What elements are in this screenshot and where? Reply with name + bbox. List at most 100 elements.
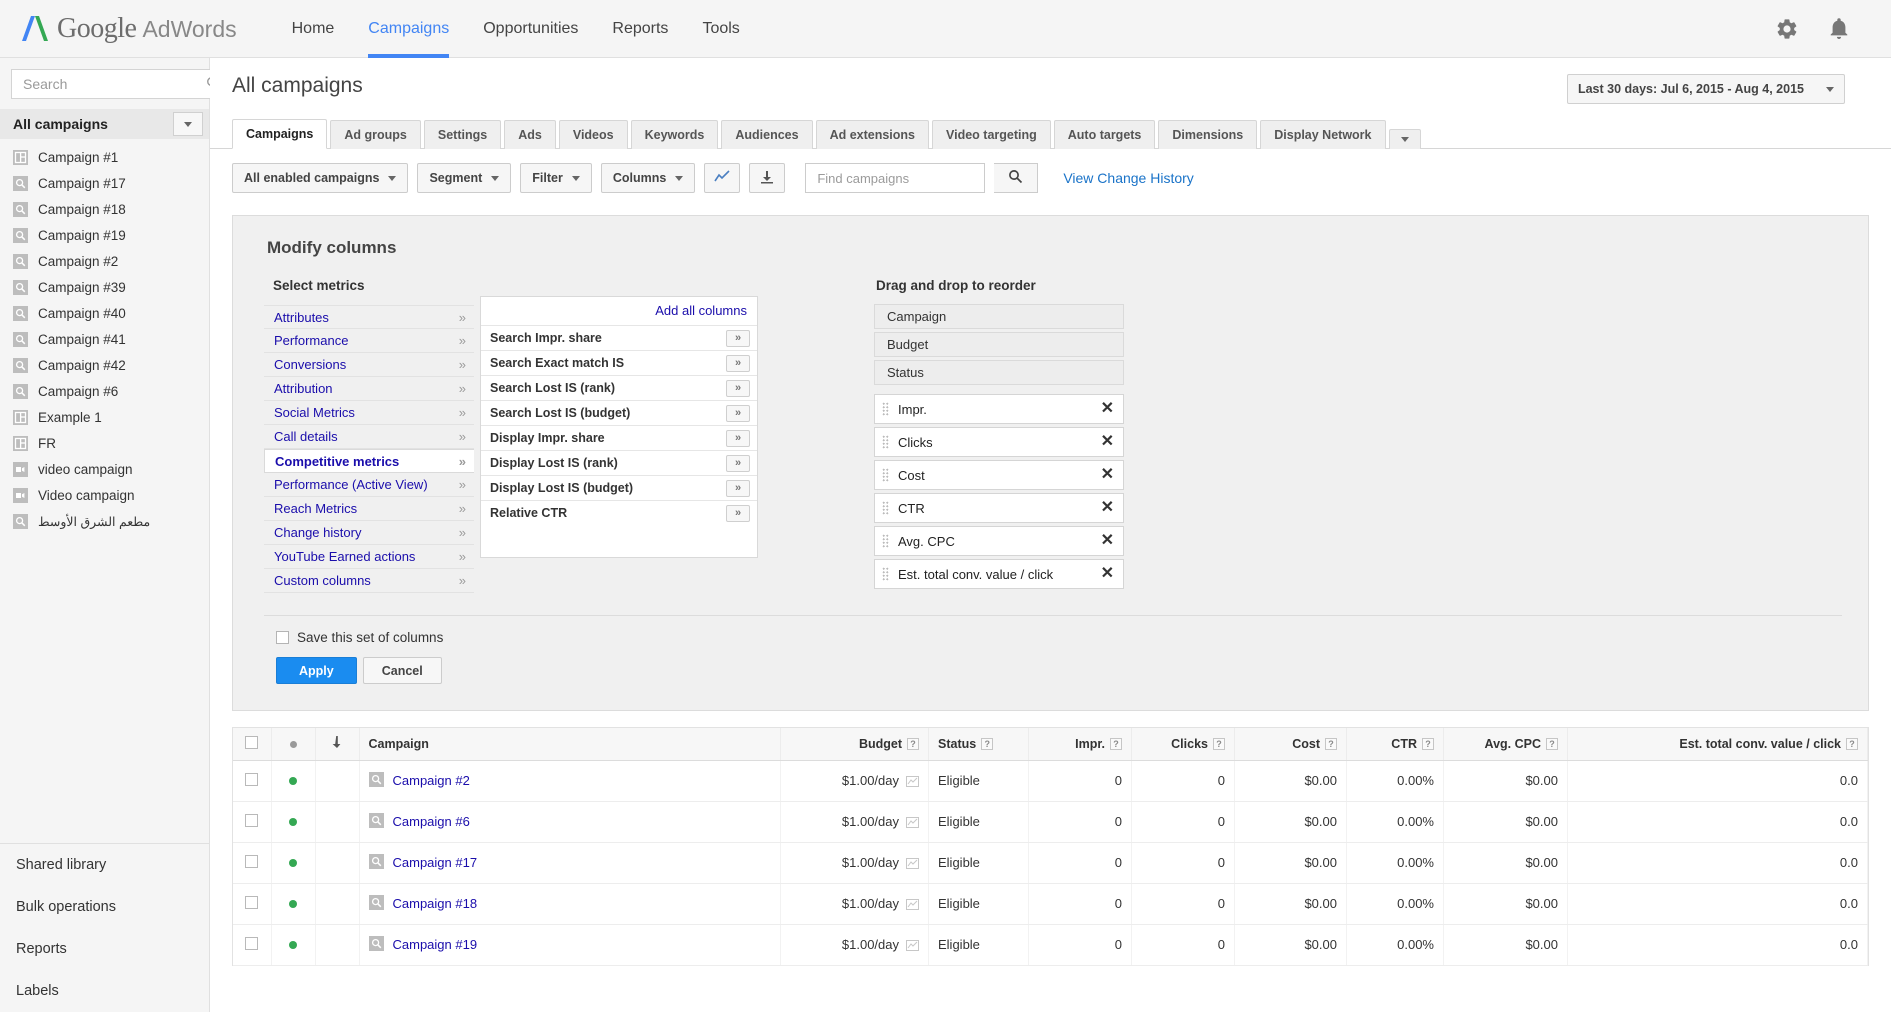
sidebar-item-shared-library[interactable]: Shared library — [0, 844, 209, 886]
reorder-item[interactable]: Est. total conv. value / click✕ — [874, 559, 1124, 589]
tab-videos[interactable]: Videos — [559, 120, 628, 149]
metric-item[interactable]: Relative CTR» — [481, 500, 757, 525]
sort-header[interactable] — [315, 728, 359, 760]
more-tabs-button[interactable] — [1389, 129, 1421, 149]
campaign-link[interactable]: Campaign #17 — [393, 855, 478, 870]
metric-category-call-details[interactable]: Call details» — [264, 425, 474, 449]
metric-item[interactable]: Display Lost IS (rank)» — [481, 450, 757, 475]
remove-column-button[interactable]: ✕ — [1101, 467, 1114, 483]
drag-handle-icon[interactable] — [882, 402, 889, 416]
budget-chart-icon[interactable] — [906, 898, 919, 909]
sidebar-campaign-item[interactable]: Campaign #18 — [0, 196, 209, 222]
remove-column-button[interactable]: ✕ — [1101, 434, 1114, 450]
add-metric-button[interactable]: » — [726, 455, 750, 472]
metric-category-youtube-earned-actions[interactable]: YouTube Earned actions» — [264, 545, 474, 569]
campaign-link[interactable]: Campaign #18 — [393, 896, 478, 911]
nav-campaigns[interactable]: Campaigns — [351, 0, 466, 58]
remove-column-button[interactable]: ✕ — [1101, 500, 1114, 516]
remove-column-button[interactable]: ✕ — [1101, 401, 1114, 417]
metric-item[interactable]: Display Impr. share» — [481, 425, 757, 450]
reorder-item[interactable]: Impr.✕ — [874, 394, 1124, 424]
metric-category-attributes[interactable]: Attributes» — [264, 305, 474, 329]
sidebar-item-labels[interactable]: Labels — [0, 970, 209, 1012]
tab-audiences[interactable]: Audiences — [721, 120, 812, 149]
find-campaigns-box[interactable] — [805, 163, 985, 193]
sidebar-campaign-item[interactable]: Campaign #17 — [0, 170, 209, 196]
clicks-column-header[interactable]: Clicks? — [1132, 728, 1235, 760]
budget-chart-icon[interactable] — [906, 775, 919, 786]
date-range-selector[interactable]: Last 30 days: Jul 6, 2015 - Aug 4, 2015 — [1567, 74, 1845, 104]
budget-value[interactable]: $1.00/day — [842, 814, 899, 829]
search-box[interactable] — [11, 69, 230, 99]
tab-ad-groups[interactable]: Ad groups — [330, 120, 421, 149]
sidebar-campaign-item[interactable]: Campaign #2 — [0, 248, 209, 274]
budget-chart-icon[interactable] — [906, 857, 919, 868]
campaign-link[interactable]: Campaign #19 — [393, 937, 478, 952]
add-metric-button[interactable]: » — [726, 505, 750, 522]
segment-button[interactable]: Segment — [417, 163, 511, 193]
save-columns-checkbox[interactable] — [276, 631, 289, 644]
help-icon[interactable]: ? — [1422, 738, 1434, 750]
avgcpc-column-header[interactable]: Avg. CPC? — [1444, 728, 1568, 760]
sidebar-campaign-item[interactable]: Campaign #40 — [0, 300, 209, 326]
view-change-history-link[interactable]: View Change History — [1063, 170, 1193, 186]
reorder-item[interactable]: CTR✕ — [874, 493, 1124, 523]
download-button[interactable] — [749, 163, 785, 193]
metric-item[interactable]: Search Lost IS (rank)» — [481, 375, 757, 400]
nav-home[interactable]: Home — [275, 0, 352, 58]
campaign-link[interactable]: Campaign #6 — [393, 814, 470, 829]
metric-category-custom-columns[interactable]: Custom columns» — [264, 569, 474, 593]
metric-item[interactable]: Search Exact match IS» — [481, 350, 757, 375]
add-all-columns-link[interactable]: Add all columns — [655, 303, 747, 318]
find-campaigns-search-button[interactable] — [994, 163, 1038, 193]
sidebar-campaign-item[interactable]: Campaign #6 — [0, 378, 209, 404]
row-checkbox[interactable] — [245, 896, 258, 909]
sidebar-item-reports[interactable]: Reports — [0, 928, 209, 970]
sidebar-campaign-item[interactable]: FR — [0, 430, 209, 456]
budget-value[interactable]: $1.00/day — [842, 896, 899, 911]
metric-category-performance[interactable]: Performance» — [264, 329, 474, 353]
tab-video-targeting[interactable]: Video targeting — [932, 120, 1051, 149]
sidebar-campaign-item[interactable]: Campaign #41 — [0, 326, 209, 352]
metric-category-attribution[interactable]: Attribution» — [264, 377, 474, 401]
campaign-column-header[interactable]: Campaign — [359, 728, 781, 760]
drag-handle-icon[interactable] — [882, 435, 889, 449]
metric-item[interactable]: Search Impr. share» — [481, 325, 757, 350]
drag-handle-icon[interactable] — [882, 468, 889, 482]
drag-handle-icon[interactable] — [882, 501, 889, 515]
budget-value[interactable]: $1.00/day — [842, 937, 899, 952]
row-checkbox[interactable] — [245, 773, 258, 786]
campaign-link[interactable]: Campaign #2 — [393, 773, 470, 788]
help-icon[interactable]: ? — [907, 738, 919, 750]
all-campaigns-dropdown-button[interactable] — [173, 112, 203, 136]
sidebar-campaign-item[interactable]: Campaign #42 — [0, 352, 209, 378]
budget-chart-icon[interactable] — [906, 939, 919, 950]
sidebar-campaign-item[interactable]: Example 1 — [0, 404, 209, 430]
filter-button[interactable]: Filter — [520, 163, 592, 193]
add-metric-button[interactable]: » — [726, 355, 750, 372]
add-metric-button[interactable]: » — [726, 430, 750, 447]
ctr-column-header[interactable]: CTR? — [1347, 728, 1444, 760]
status-column-header[interactable]: Status? — [929, 728, 1029, 760]
apply-button[interactable]: Apply — [276, 657, 357, 684]
columns-button[interactable]: Columns — [601, 163, 695, 193]
help-icon[interactable]: ? — [1546, 738, 1558, 750]
help-icon[interactable]: ? — [1213, 738, 1225, 750]
sidebar-campaign-item[interactable]: video campaign — [0, 456, 209, 482]
help-icon[interactable]: ? — [1110, 738, 1122, 750]
metric-item[interactable]: Display Lost IS (budget)» — [481, 475, 757, 500]
metric-item[interactable]: Search Lost IS (budget)» — [481, 400, 757, 425]
sidebar-campaign-item[interactable]: Video campaign — [0, 482, 209, 508]
add-metric-button[interactable]: » — [726, 380, 750, 397]
help-icon[interactable]: ? — [1846, 738, 1858, 750]
sidebar-campaign-item[interactable]: Campaign #19 — [0, 222, 209, 248]
metric-category-conversions[interactable]: Conversions» — [264, 353, 474, 377]
add-metric-button[interactable]: » — [726, 405, 750, 422]
campaign-filter-dropdown[interactable]: All enabled campaigns — [232, 163, 408, 193]
all-campaigns-header[interactable]: All campaigns — [0, 109, 209, 139]
help-icon[interactable]: ? — [981, 738, 993, 750]
remove-column-button[interactable]: ✕ — [1101, 566, 1114, 582]
esttotal-column-header[interactable]: Est. total conv. value / click? — [1568, 728, 1868, 760]
sidebar-campaign-item[interactable]: مطعم الشرق الأوسط — [0, 508, 209, 534]
tab-display-network[interactable]: Display Network — [1260, 120, 1385, 149]
